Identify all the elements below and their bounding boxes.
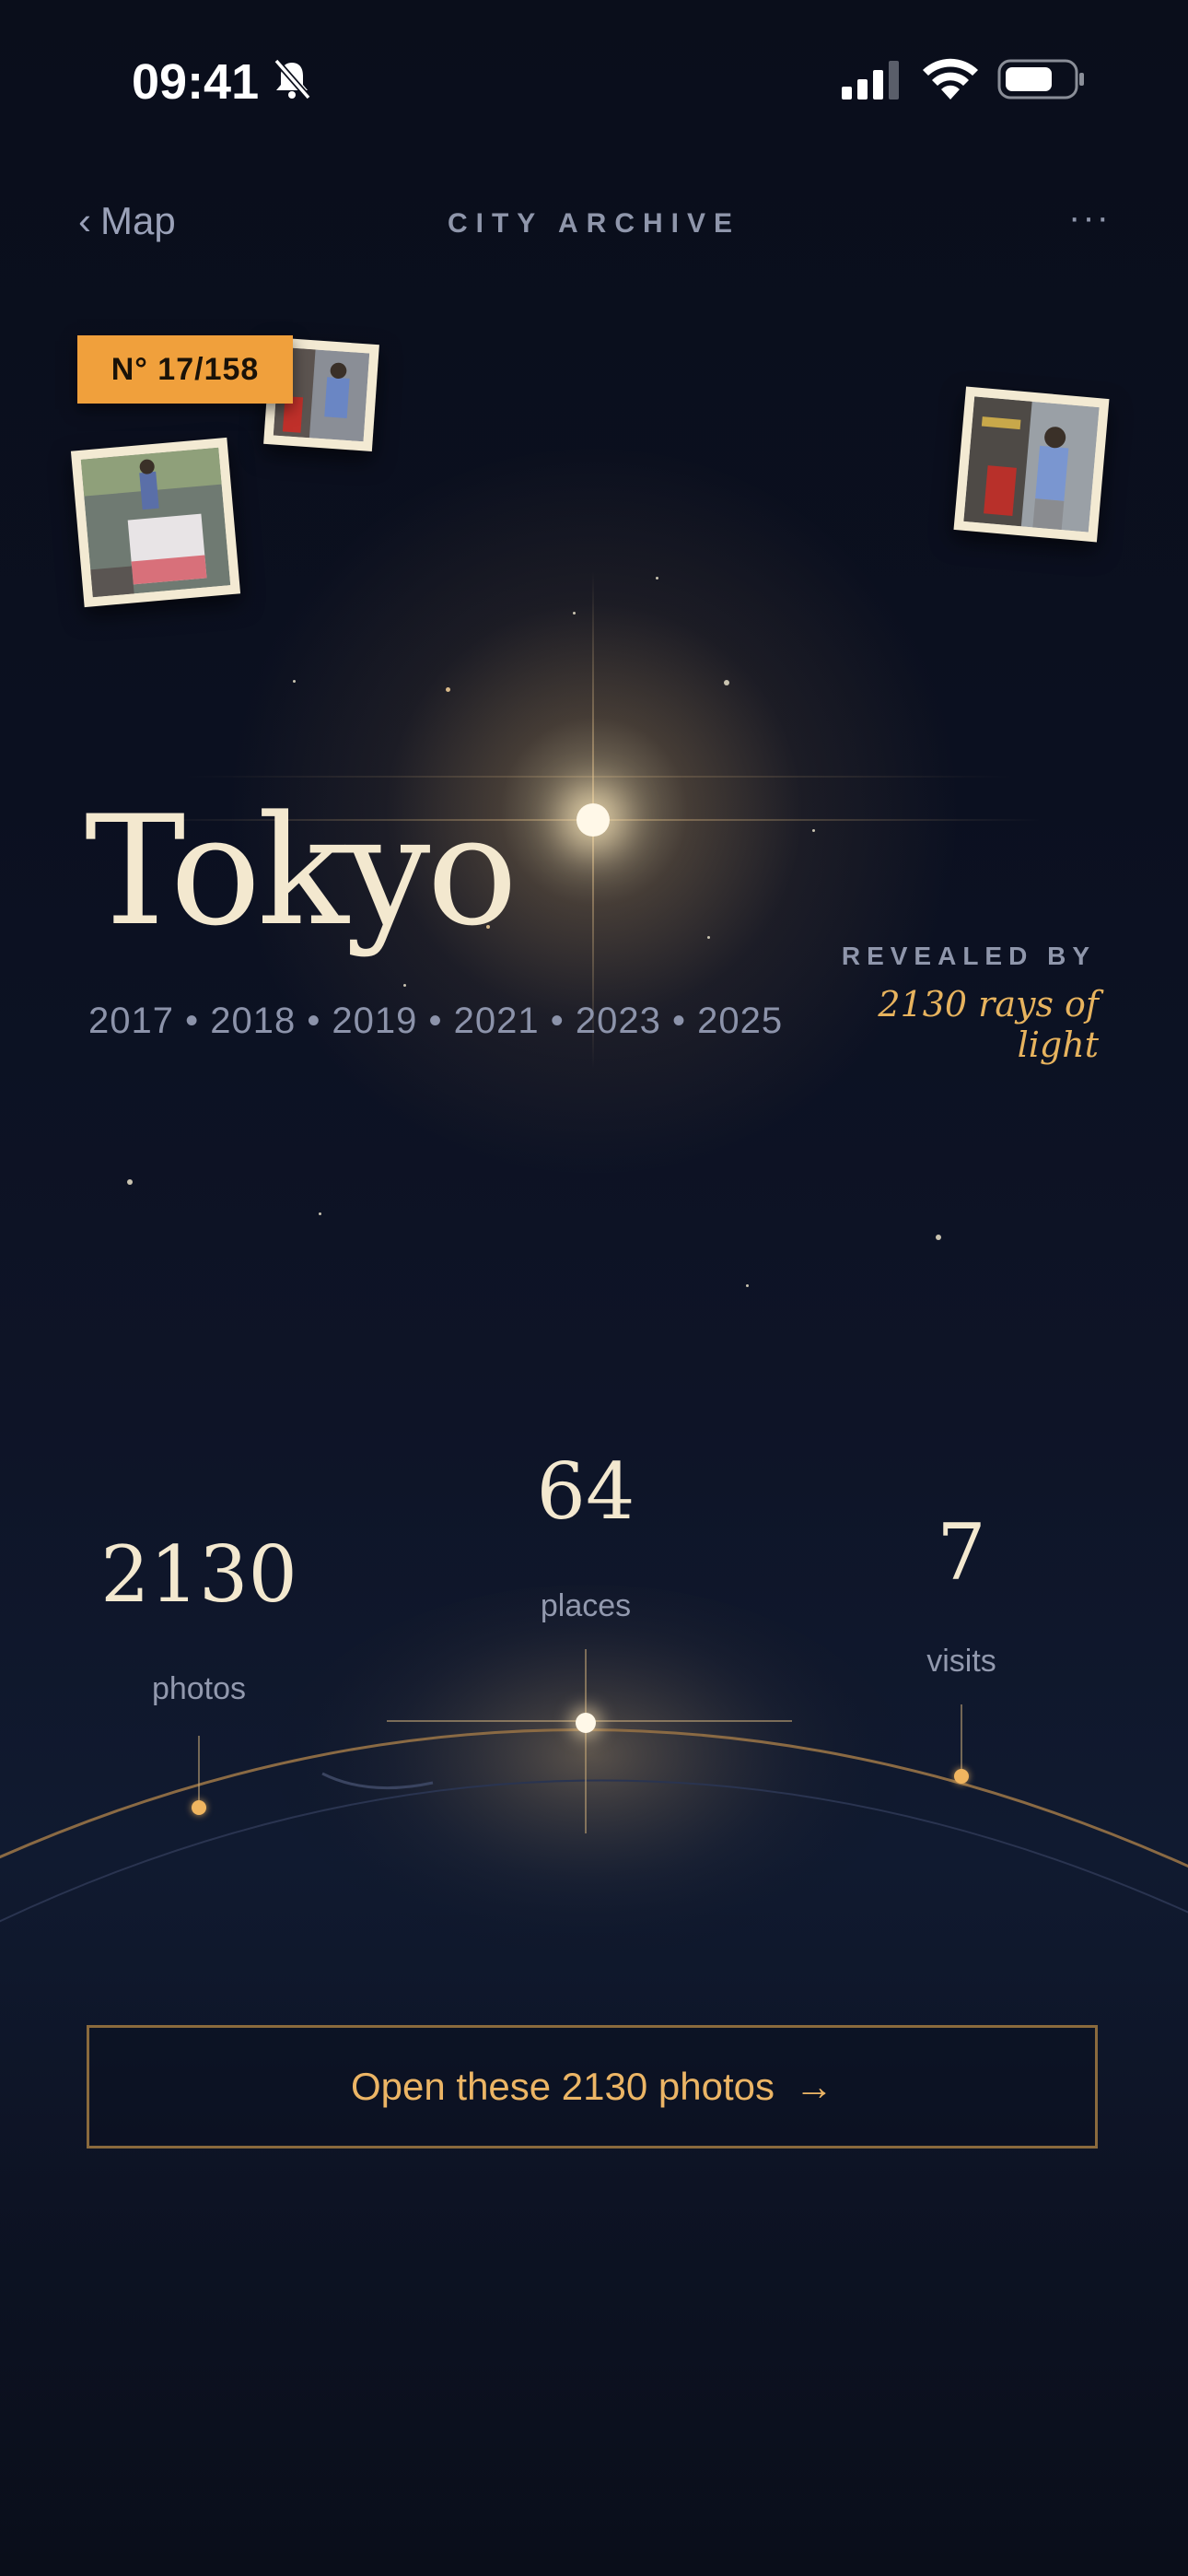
wifi-icon — [923, 58, 978, 100]
star — [446, 687, 450, 692]
star — [127, 1179, 133, 1185]
arrow-right-icon: → — [795, 2065, 834, 2108]
revealed-by-label: REVEALED BY — [841, 942, 1096, 970]
star — [656, 577, 658, 580]
cellular-signal-icon — [842, 61, 899, 100]
photo-image — [963, 396, 1100, 533]
places-count: 64 — [536, 1446, 635, 1537]
horizon-arc — [0, 1585, 1188, 2008]
photos-label: photos — [151, 1671, 247, 1706]
revealed-by-value: 2130 rays of light — [878, 984, 1099, 1065]
star — [403, 984, 406, 987]
places-marker — [576, 1713, 596, 1733]
star — [573, 612, 576, 615]
light-spark — [577, 803, 610, 837]
star — [319, 1212, 321, 1215]
status-time: 09:41 — [132, 54, 260, 110]
light-ray-horizontal-upper — [184, 776, 1013, 778]
page-title: CITY ARCHIVE — [447, 208, 741, 239]
visits-count: 7 — [937, 1507, 986, 1598]
more-options-icon[interactable]: ··· — [1068, 197, 1111, 239]
photo-thumbnail[interactable] — [953, 386, 1110, 543]
archive-number-badge: N° 17/158 — [77, 335, 293, 404]
visits-label: visits — [926, 1644, 996, 1679]
places-stem — [585, 1649, 587, 1833]
places-label: places — [540, 1588, 632, 1623]
photo-thumbnail[interactable] — [70, 437, 241, 608]
battery-icon — [997, 59, 1084, 100]
photos-stem — [198, 1736, 200, 1806]
bell-muted-icon — [274, 58, 311, 100]
visit-years: 2017 • 2018 • 2019 • 2021 • 2023 • 2025 — [88, 1001, 784, 1041]
star — [812, 829, 815, 832]
city-name: Tokyo — [85, 783, 518, 959]
visits-marker — [954, 1769, 969, 1784]
photo-image — [80, 447, 231, 598]
open-photos-label: Open these 2130 photos — [350, 2065, 775, 2108]
star — [293, 680, 296, 683]
star — [707, 936, 710, 939]
star — [746, 1284, 749, 1287]
photos-marker — [192, 1800, 206, 1815]
photos-count: 2130 — [100, 1529, 297, 1620]
star — [724, 680, 729, 685]
visits-stem — [961, 1704, 962, 1774]
open-photos-button[interactable]: Open these 2130 photos → — [87, 2025, 1098, 2149]
star — [936, 1235, 941, 1240]
